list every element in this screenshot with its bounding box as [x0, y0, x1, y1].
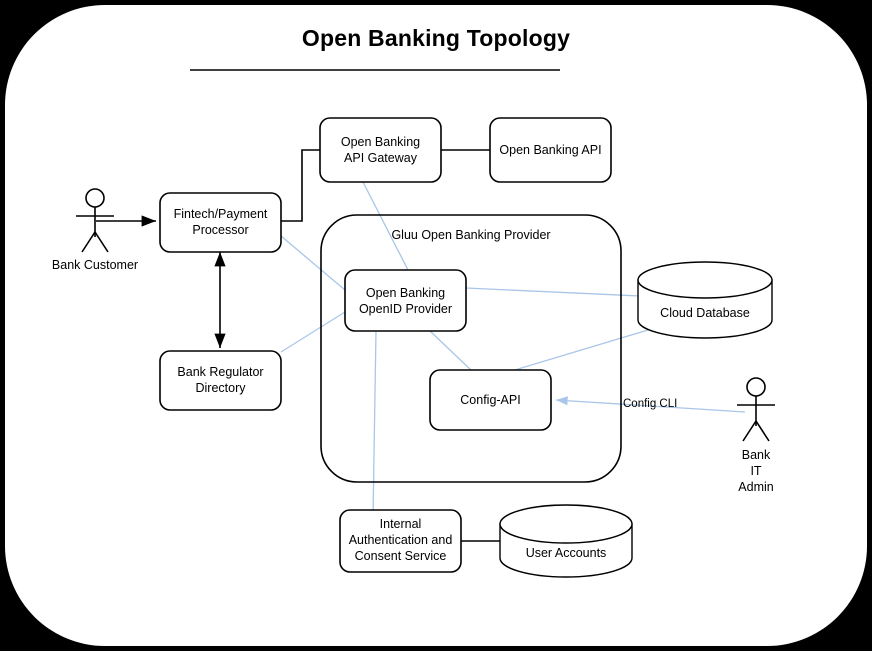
node-user-accounts	[499, 504, 633, 578]
node-config-api	[429, 369, 552, 431]
actor-label-bank-customer: Bank Customer	[51, 258, 139, 272]
actor-bank-it-admin	[737, 377, 775, 442]
edge-gateway-openid	[362, 181, 409, 271]
node-cloud-database	[637, 261, 773, 339]
gluu-container	[320, 214, 622, 483]
node-open-banking-api-gateway	[319, 117, 442, 183]
edge-openid-clouddb	[465, 287, 641, 297]
edge-fintech-openid	[280, 235, 346, 291]
edge-regulator-openid	[280, 311, 346, 353]
edge-openid-configapi	[429, 330, 473, 372]
edge-openid-internalauth	[372, 330, 377, 519]
actor-label-bank-it-admin: Bank IT Admin	[738, 448, 774, 494]
node-fintech-payment-processor	[159, 192, 282, 253]
diagram-canvas: Open Banking Topology Gluu Open Banking …	[0, 0, 872, 651]
edge-label-config-cli: Config CLI	[623, 398, 678, 410]
edge-configapi-clouddb	[507, 329, 649, 373]
diagram-graphics	[76, 69, 775, 578]
edge-fintech-gateway	[281, 149, 320, 222]
node-open-banking-api	[489, 117, 612, 183]
node-internal-auth-consent-service	[339, 509, 462, 573]
gluu-container-label: Gluu Open Banking Provider	[391, 228, 551, 242]
node-open-banking-openid-provider	[344, 269, 467, 332]
node-bank-regulator-directory	[159, 350, 282, 411]
